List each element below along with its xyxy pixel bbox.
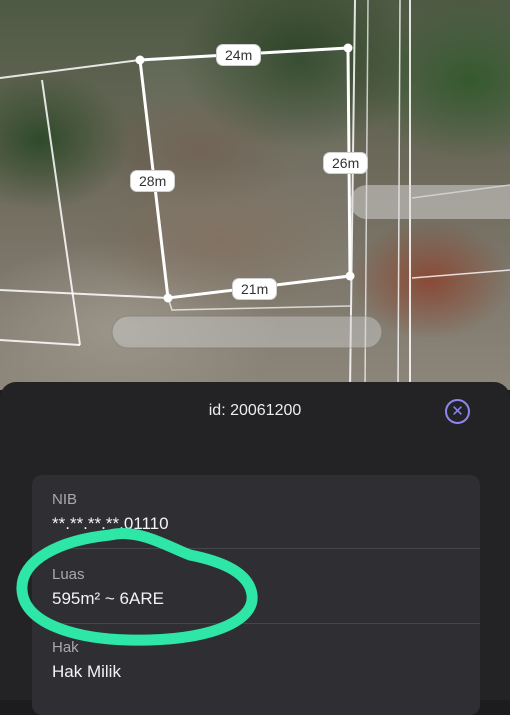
parcel-vertex bbox=[345, 271, 355, 281]
field-hak: Hak Hak Milik bbox=[52, 639, 480, 682]
parcel-detail-sheet: id: 20061200 ✕ NIB **.**.**.**.01110 Lua… bbox=[0, 382, 510, 715]
field-label: Hak bbox=[52, 639, 79, 656]
neighbor-boundary-line bbox=[0, 339, 81, 346]
neighbor-boundary-line bbox=[41, 79, 81, 346]
dimension-label-top: 24m bbox=[216, 44, 262, 66]
neighbor-boundary-line bbox=[0, 59, 141, 79]
sheet-title: id: 20061200 bbox=[208, 402, 302, 419]
field-luas: Luas 595m² ~ 6ARE bbox=[52, 566, 480, 609]
divider bbox=[52, 548, 480, 549]
field-value: **.**.**.**.01110 bbox=[52, 514, 169, 533]
road-segment bbox=[111, 315, 383, 349]
dimension-label-right: 26m bbox=[323, 152, 369, 174]
satellite-map[interactable]: 24m 28m 26m 21m bbox=[0, 0, 510, 390]
parcel-vertex bbox=[343, 43, 353, 53]
field-nib: NIB **.**.**.**.01110 bbox=[52, 491, 480, 534]
dimension-label-bottom: 21m bbox=[232, 278, 278, 300]
field-label: Luas bbox=[52, 566, 85, 583]
field-label: NIB bbox=[52, 491, 78, 508]
neighbor-boundary-line bbox=[411, 269, 510, 279]
parcel-vertex bbox=[163, 293, 173, 303]
road-segment bbox=[350, 185, 510, 219]
neighbor-boundary-line bbox=[0, 289, 169, 299]
field-value: 595m² ~ 6ARE bbox=[52, 589, 164, 608]
close-icon[interactable]: ✕ bbox=[445, 399, 470, 424]
parcel-info-card: NIB **.**.**.**.01110 Luas 595m² ~ 6ARE … bbox=[32, 475, 480, 715]
dimension-label-left: 28m bbox=[130, 170, 176, 192]
field-value: Hak Milik bbox=[52, 662, 121, 681]
parcel-vertex bbox=[135, 55, 145, 65]
divider bbox=[52, 623, 480, 624]
